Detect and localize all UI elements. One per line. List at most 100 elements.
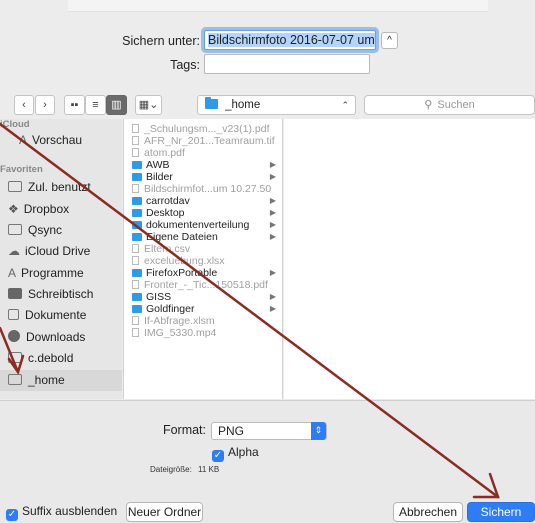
list-item[interactable]: Bilder ▶ bbox=[124, 171, 282, 183]
save-as-field[interactable]: Bildschirmfoto 2016-07-07 um 10.2 bbox=[204, 30, 376, 50]
list-item[interactable]: AFR_Nr_201...Teamraum.tif bbox=[124, 135, 282, 147]
file-name: AWB bbox=[146, 159, 170, 171]
downloads-icon bbox=[8, 330, 20, 342]
sidebar-item-zul-benutzt[interactable]: Zul. benutzt bbox=[0, 177, 122, 198]
filesize-label: Dateigröße: bbox=[150, 465, 192, 474]
sidebar-item-label: iCloud Drive bbox=[25, 244, 91, 258]
folder-icon bbox=[132, 305, 142, 313]
document-icon bbox=[132, 328, 139, 337]
list-icon: ≡ bbox=[92, 99, 99, 111]
checkmark-icon[interactable]: ✓ bbox=[6, 509, 18, 521]
filesize-row: Dateigröße: 11 KB bbox=[150, 465, 219, 474]
file-name: Bildschirmfot...um 10.27.50 bbox=[144, 183, 272, 195]
list-item[interactable]: Eigene Dateien ▶ bbox=[124, 231, 282, 243]
document-icon bbox=[132, 136, 139, 145]
browser-toolbar: ‹ › ▪▪ ≡ ▥ ▦⌄ _home ⌃ ⚲ Suchen bbox=[0, 95, 535, 117]
chevron-right-icon: › bbox=[43, 99, 47, 111]
new-folder-button[interactable]: Neuer Ordner bbox=[126, 502, 203, 522]
preview-app-icon: A bbox=[19, 133, 28, 147]
icon-view-button[interactable]: ▪▪ bbox=[64, 95, 85, 115]
hide-suffix-checkbox[interactable]: ✓ Suffix ausblenden bbox=[6, 504, 117, 521]
applications-icon: A bbox=[8, 266, 17, 280]
list-item[interactable]: dokumentenverteilung ▶ bbox=[124, 219, 282, 231]
folder-icon bbox=[132, 293, 142, 301]
list-item[interactable]: Desktop ▶ bbox=[124, 207, 282, 219]
sidebar-item-home[interactable]: _home bbox=[0, 370, 122, 391]
tags-field[interactable] bbox=[204, 54, 370, 74]
list-item[interactable]: Eltern.csv bbox=[124, 243, 282, 255]
sidebar-section-icloud: iCloud bbox=[0, 119, 30, 130]
alpha-label: Alpha bbox=[228, 445, 259, 459]
search-field[interactable]: ⚲ Suchen bbox=[364, 95, 535, 115]
folder-icon bbox=[132, 209, 142, 217]
document-icon bbox=[132, 184, 139, 193]
folder-icon bbox=[8, 224, 22, 235]
file-name: IMG_5330.mp4 bbox=[144, 327, 217, 339]
chevron-right-icon: ▶ bbox=[269, 196, 276, 205]
expand-dialog-button[interactable]: ^ bbox=[381, 32, 398, 49]
sidebar-item-label: Dokumente bbox=[25, 308, 87, 322]
file-name: Bilder bbox=[146, 171, 173, 183]
arrange-icon: ▦⌄ bbox=[138, 99, 159, 111]
checkmark-icon[interactable]: ✓ bbox=[212, 450, 224, 462]
save-as-value: Bildschirmfoto 2016-07-07 um 10.2 bbox=[208, 33, 375, 47]
list-item[interactable]: If-Abfrage.xlsm bbox=[124, 315, 282, 327]
sidebar-item-qsync[interactable]: Qsync bbox=[0, 220, 122, 241]
alpha-checkbox-row[interactable]: ✓ Alpha bbox=[212, 445, 259, 462]
sidebar-item-icloud-drive[interactable]: ☁ iCloud Drive bbox=[0, 241, 122, 262]
document-icon bbox=[132, 316, 139, 325]
document-icon bbox=[132, 124, 139, 133]
file-name: Eigene Dateien bbox=[146, 231, 218, 243]
file-name: Goldfinger bbox=[146, 303, 195, 315]
chevron-right-icon: ▶ bbox=[269, 292, 276, 301]
search-icon: ⚲ bbox=[424, 99, 433, 111]
file-name: carrotdav bbox=[146, 195, 190, 207]
list-item[interactable]: carrotdav ▶ bbox=[124, 195, 282, 207]
sidebar-item-dokumente[interactable]: Dokumente bbox=[0, 305, 122, 326]
location-popup[interactable]: _home ⌃ bbox=[197, 95, 356, 115]
cancel-button[interactable]: Abbrechen bbox=[393, 502, 463, 522]
save-as-label: Sichern unter: bbox=[122, 34, 200, 48]
arrange-button[interactable]: ▦⌄ bbox=[135, 95, 162, 115]
file-name: Desktop bbox=[146, 207, 185, 219]
list-item[interactable]: Fronter_-_Tic...150518.pdf bbox=[124, 279, 282, 291]
file-name: dokumentenverteilung bbox=[146, 219, 250, 231]
format-value: PNG bbox=[218, 424, 245, 438]
chevron-right-icon: ▶ bbox=[269, 220, 276, 229]
sidebar-item-schreibtisch[interactable]: Schreibtisch bbox=[0, 284, 122, 305]
list-item[interactable]: GISS ▶ bbox=[124, 291, 282, 303]
document-icon bbox=[132, 280, 139, 289]
updown-chevron-icon: ⌃ bbox=[341, 100, 349, 110]
sidebar-item-vorschau[interactable]: A Vorschau bbox=[0, 130, 122, 151]
chevron-right-icon: ▶ bbox=[269, 232, 276, 241]
sidebar-item-label: Vorschau bbox=[32, 133, 83, 147]
dropbox-icon: ❖ bbox=[8, 202, 19, 216]
sidebar-item-label: Zul. benutzt bbox=[28, 180, 91, 194]
sidebar-item-c-debold[interactable]: c.debold bbox=[0, 348, 122, 369]
list-item[interactable]: atom.pdf bbox=[124, 147, 282, 159]
format-select[interactable]: PNG ⇕ bbox=[211, 422, 327, 440]
list-item[interactable]: Bildschirmfot...um 10.27.50 bbox=[124, 183, 282, 195]
list-item[interactable]: exceluebung.xlsx bbox=[124, 255, 282, 267]
list-item[interactable]: _Schulungsm..._v23(1).pdf bbox=[124, 123, 282, 135]
hide-suffix-label: Suffix ausblenden bbox=[22, 504, 118, 518]
list-item[interactable]: FirefoxPortable ▶ bbox=[124, 267, 282, 279]
documents-icon bbox=[8, 309, 19, 320]
sidebar-item-downloads[interactable]: Downloads bbox=[0, 327, 122, 348]
list-item[interactable]: AWB ▶ bbox=[124, 159, 282, 171]
file-name: exceluebung.xlsx bbox=[144, 255, 225, 267]
back-button[interactable]: ‹ bbox=[14, 95, 34, 115]
chevron-right-icon: ▶ bbox=[269, 172, 276, 181]
column-view-button[interactable]: ▥ bbox=[106, 95, 127, 115]
sidebar-item-programme[interactable]: A Programme bbox=[0, 263, 122, 284]
file-name: If-Abfrage.xlsm bbox=[144, 315, 215, 327]
list-item[interactable]: IMG_5330.mp4 bbox=[124, 327, 282, 339]
forward-button[interactable]: › bbox=[35, 95, 55, 115]
list-view-button[interactable]: ≡ bbox=[85, 95, 106, 115]
list-item[interactable]: Goldfinger ▶ bbox=[124, 303, 282, 315]
file-name: Eltern.csv bbox=[144, 243, 191, 255]
file-name: FirefoxPortable bbox=[146, 267, 218, 279]
sidebar-item-dropbox[interactable]: ❖ Dropbox bbox=[0, 199, 122, 220]
document-icon bbox=[132, 244, 139, 253]
save-button[interactable]: Sichern bbox=[467, 502, 535, 522]
